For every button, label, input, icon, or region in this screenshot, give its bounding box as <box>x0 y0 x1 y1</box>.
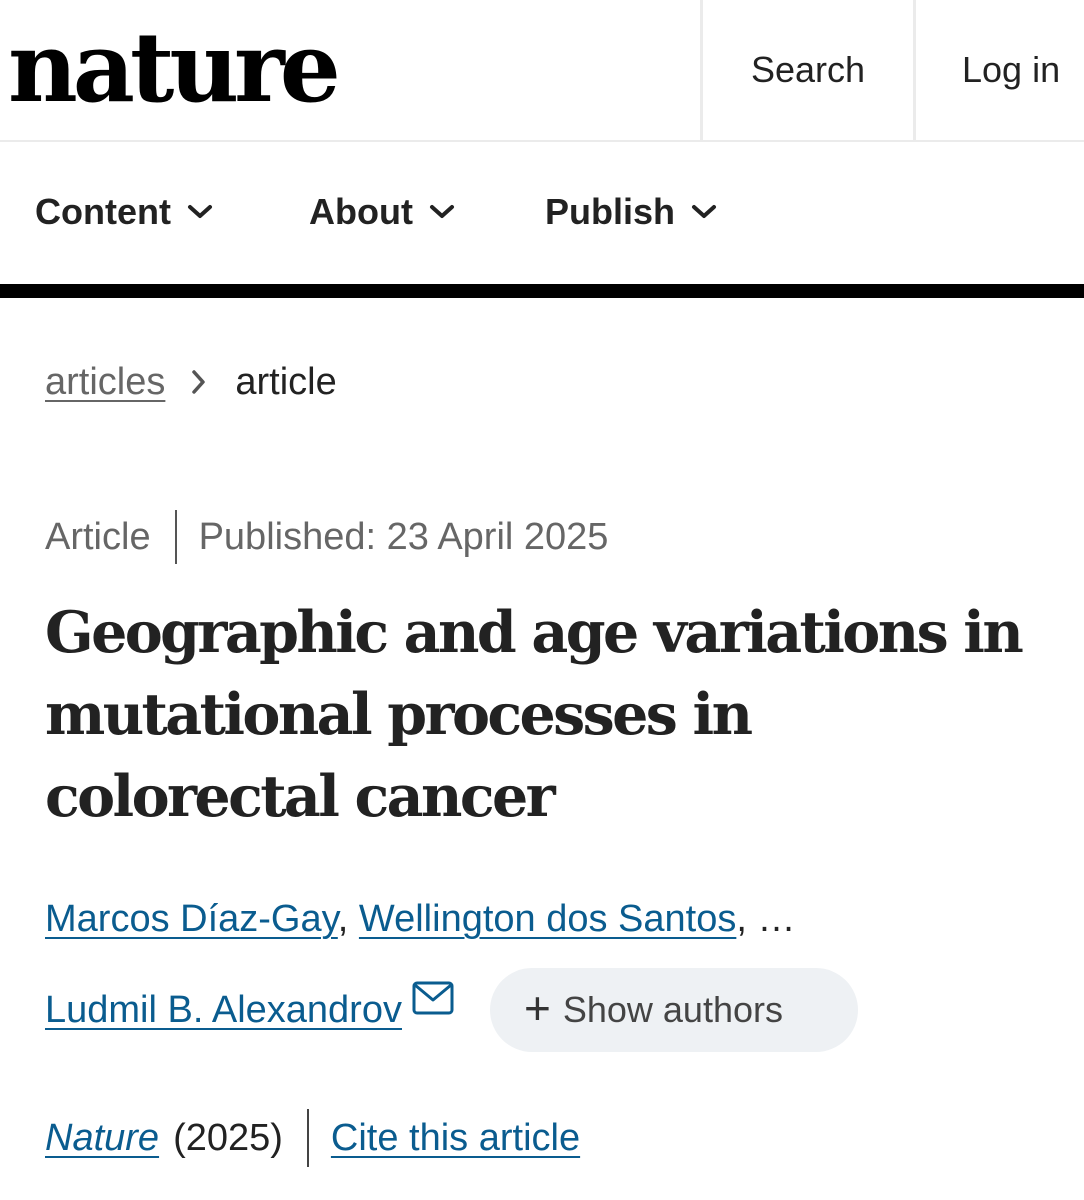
envelope-icon[interactable] <box>412 981 454 1015</box>
citation-divider <box>306 1109 309 1167</box>
nav-item-label: Content <box>35 191 171 232</box>
nav-divider <box>0 284 1084 298</box>
author-link[interactable]: Wellington dos Santos <box>359 898 736 940</box>
published-date: Published: 23 April 2025 <box>198 515 609 558</box>
plus-icon: + <box>523 982 551 1034</box>
chevron-down-icon <box>692 205 717 218</box>
site-header: nature Search Log in <box>0 0 1084 142</box>
cite-article-link[interactable]: Cite this article <box>331 1117 580 1160</box>
article-meta: Article Published: 23 April 2025 <box>45 508 608 566</box>
chevron-right-icon <box>191 369 207 395</box>
author-list-continued: Ludmil B. Alexandrov + Show authors <box>45 968 858 1052</box>
login-button[interactable]: Log in <box>916 0 1084 140</box>
search-button-label: Search <box>750 49 866 90</box>
breadcrumb: articles article <box>45 358 337 406</box>
author-separator: , <box>736 898 747 940</box>
corresponding-author-link[interactable]: Ludmil B. Alexandrov <box>45 989 402 1032</box>
show-authors-button[interactable]: + Show authors <box>489 968 858 1052</box>
journal-link[interactable]: Nature <box>45 1117 159 1160</box>
publication-year: (2025) <box>173 1116 283 1159</box>
citation-line: Nature (2025) Cite this article <box>45 1108 580 1168</box>
author-ellipsis: … <box>757 898 796 940</box>
breadcrumb-link-articles[interactable]: articles <box>45 361 165 404</box>
chevron-down-icon <box>187 205 212 218</box>
search-button[interactable]: Search <box>700 0 916 140</box>
chevron-down-icon <box>429 205 454 218</box>
author-list: Marcos Díaz-Gay, Wellington dos Santos, … <box>45 898 795 941</box>
login-button-label: Log in <box>962 49 1061 90</box>
nav-item-about[interactable]: About <box>309 190 455 234</box>
main-nav: Content About Publish <box>0 142 1084 284</box>
show-authors-label: Show authors <box>562 989 783 1030</box>
article-title: Geographic and age variations in mutatio… <box>45 599 1024 830</box>
nature-logo[interactable]: nature <box>8 8 341 128</box>
meta-divider <box>174 510 177 564</box>
article-type: Article <box>45 515 151 558</box>
breadcrumb-current: article <box>235 360 337 403</box>
author-link[interactable]: Marcos Díaz-Gay <box>45 898 338 940</box>
nav-item-publish[interactable]: Publish <box>545 190 717 234</box>
author-separator: , <box>337 898 349 940</box>
nav-item-content[interactable]: Content <box>35 190 213 234</box>
nav-item-label: About <box>309 191 413 232</box>
nav-item-label: Publish <box>545 191 676 232</box>
